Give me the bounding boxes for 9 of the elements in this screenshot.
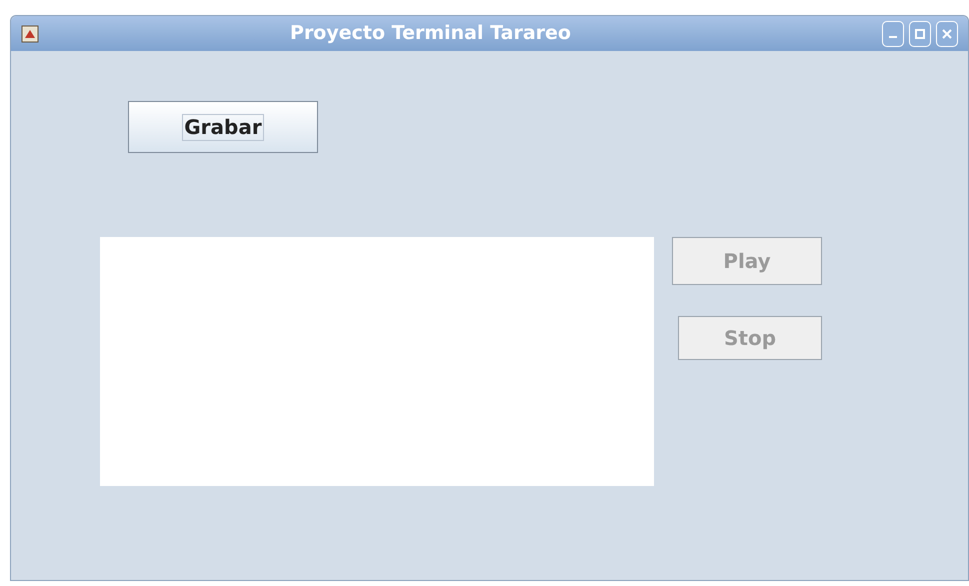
- app-icon: [21, 24, 39, 42]
- close-button[interactable]: [936, 20, 958, 46]
- maximize-button[interactable]: [909, 20, 931, 46]
- minimize-icon: [889, 36, 897, 38]
- close-icon: [942, 28, 952, 38]
- window-title: Proyecto Terminal Tarareo: [290, 21, 571, 46]
- button[interactable]: Grabar: [128, 101, 318, 153]
- maximize-icon: [915, 28, 925, 38]
- minimize-button[interactable]: [882, 20, 904, 46]
